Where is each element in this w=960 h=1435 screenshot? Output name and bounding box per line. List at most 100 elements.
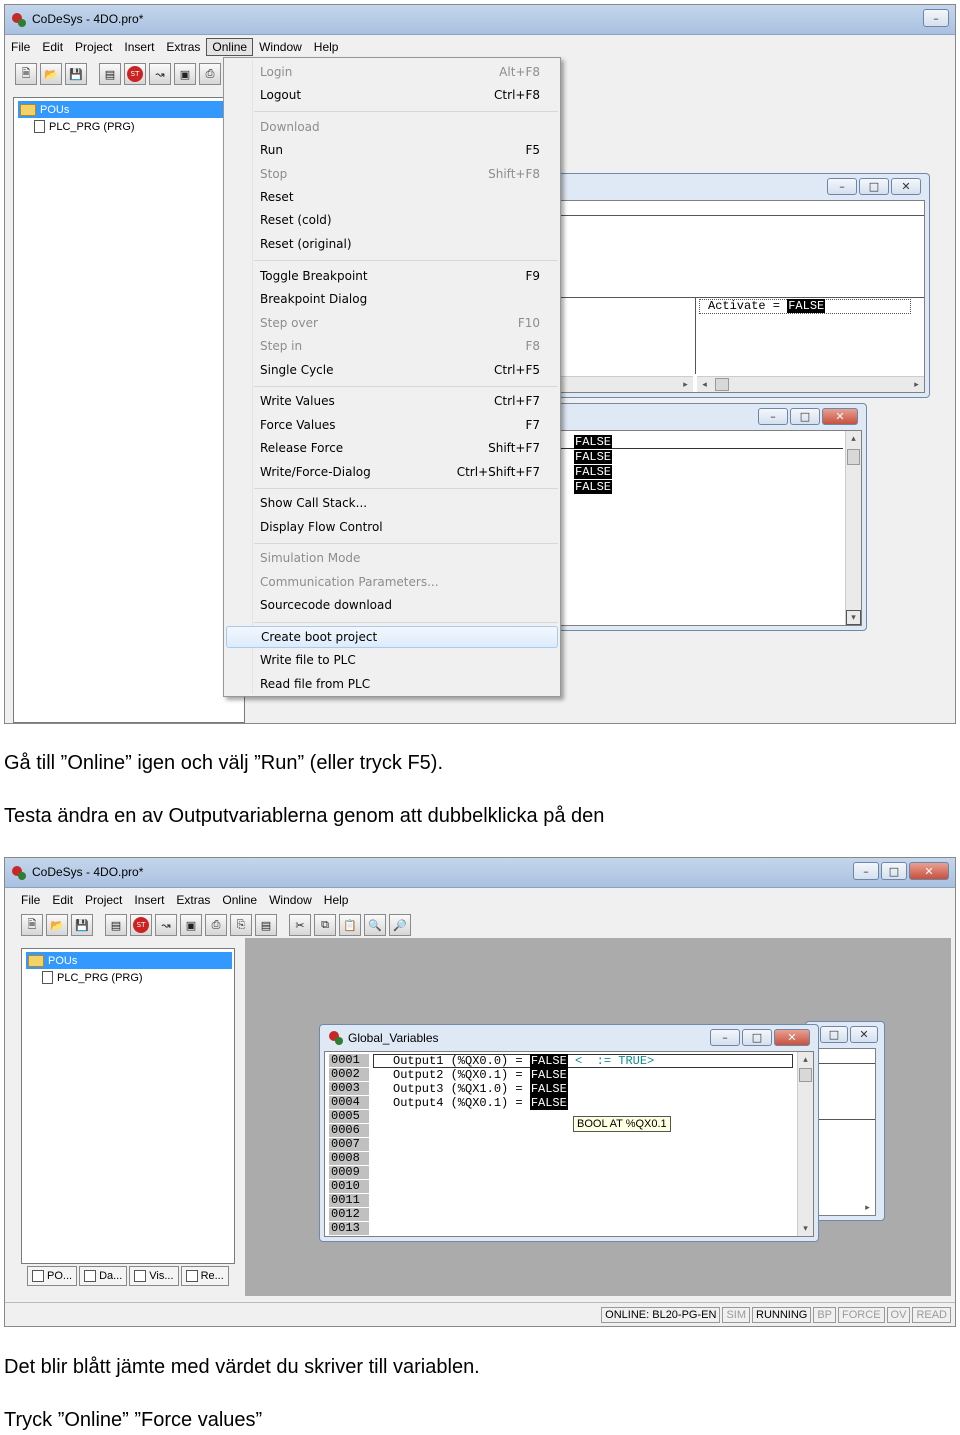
variable-row-output4[interactable]: Output4 (%QX0.1) = FALSE [393,1096,568,1110]
vertical-scrollbar[interactable]: ▴ ▾ [845,431,861,625]
find-icon[interactable]: 🔍 [364,914,386,936]
menu-item-display-flow-control[interactable]: Display Flow Control [226,516,558,538]
menu-item-reset-cold[interactable]: Reset (cold) [226,209,558,231]
menu-window[interactable]: Window [263,891,318,909]
open-folder-icon[interactable]: 📂 [46,914,68,936]
value-output3[interactable]: FALSE [574,465,613,479]
vertical-scrollbar[interactable]: ▴ ▾ [797,1052,813,1236]
variable-value[interactable]: FALSE [529,1054,568,1068]
new-file-icon[interactable]: 🗎 [15,63,37,85]
login-icon[interactable]: ▤ [105,914,127,936]
menu-file[interactable]: File [5,38,36,56]
variable-row-output1[interactable]: Output1 (%QX0.0) = FALSE < := TRUE> [393,1054,654,1068]
step-icon[interactable]: ↝ [149,63,171,85]
scroll-up-icon[interactable]: ▴ [798,1052,813,1067]
menu-help[interactable]: Help [318,891,355,909]
menu-online[interactable]: Online [216,891,263,909]
tree-item-plc-prg[interactable]: PLC_PRG (PRG) [42,971,143,984]
single-cycle-icon[interactable]: ▣ [180,914,202,936]
variable-value[interactable]: FALSE [529,1082,568,1096]
value-output1[interactable]: FALSE [574,435,613,449]
menu-item-run[interactable]: Run F5 [226,139,558,161]
menu-item-reset[interactable]: Reset [226,186,558,208]
scroll-right-icon[interactable]: ▸ [860,1200,875,1215]
mdi-minimize-button[interactable]: – [827,178,857,195]
menu-insert[interactable]: Insert [128,891,170,909]
scroll-right-icon[interactable]: ▸ [678,377,693,392]
variable-value[interactable]: FALSE [529,1068,568,1082]
paste-icon[interactable]: 📋 [339,914,361,936]
menu-item-download[interactable]: Download [226,116,558,138]
menu-window[interactable]: Window [253,38,308,56]
menu-extras[interactable]: Extras [170,891,216,909]
menu-item-step-over[interactable]: Step over F10 [226,312,558,334]
mdi-maximize-button[interactable]: □ [859,178,889,195]
menu-online[interactable]: Online [206,38,254,56]
menu-project[interactable]: Project [69,38,118,56]
horizontal-scrollbar-right[interactable]: ◂ ▸ [697,376,924,392]
stop-icon[interactable]: ST [130,914,152,936]
single-cycle-icon[interactable]: ▣ [174,63,196,85]
print-preview-icon[interactable]: ⎘ [230,914,252,936]
menu-extras[interactable]: Extras [160,38,206,56]
menu-insert[interactable]: Insert [118,38,160,56]
mdi-maximize-button[interactable]: □ [742,1029,772,1046]
menu-item-logout[interactable]: Logout Ctrl+F8 [226,84,558,106]
scroll-thumb[interactable] [847,449,860,465]
menu-item-sourcecode-download[interactable]: Sourcecode download [226,594,558,616]
variable-row-output3[interactable]: Output3 (%QX1.0) = FALSE [393,1082,568,1096]
menu-item-write-file-to-plc[interactable]: Write file to PLC [226,649,558,671]
scroll-left-icon[interactable]: ◂ [697,377,712,392]
value-output4[interactable]: FALSE [574,480,613,494]
monitor-icon[interactable]: ▤ [255,914,277,936]
tab-pous[interactable]: PO... [27,1266,78,1286]
menu-file[interactable]: File [15,891,46,909]
menu-item-write-values[interactable]: Write Values Ctrl+F7 [226,390,558,412]
minimize-button[interactable]: – [923,9,949,27]
tab-data-types[interactable]: Da... [79,1266,128,1286]
menu-item-show-call-stack[interactable]: Show Call Stack... [226,492,558,514]
scroll-down-icon[interactable]: ▾ [846,610,861,625]
tab-resources[interactable]: Re... [180,1266,229,1286]
menu-help[interactable]: Help [308,38,345,56]
print-icon[interactable]: ⎙ [199,63,221,85]
menu-edit[interactable]: Edit [36,38,69,56]
mdi-close-button[interactable]: ✕ [891,178,921,195]
save-icon[interactable]: 💾 [71,914,93,936]
value-output2[interactable]: FALSE [574,450,613,464]
cut-icon[interactable]: ✂ [289,914,311,936]
scroll-up-icon[interactable]: ▴ [846,431,861,446]
mdi-maximize-button[interactable]: □ [820,1026,848,1043]
menu-item-force-values[interactable]: Force Values F7 [226,414,558,436]
scroll-right-icon-2[interactable]: ▸ [909,377,924,392]
horizontal-scrollbar-left[interactable]: ▸ [551,376,693,392]
scroll-down-icon[interactable]: ▾ [798,1221,813,1236]
copy-icon[interactable]: ⧉ [314,914,336,936]
menu-item-write-force-dialog[interactable]: Write/Force-Dialog Ctrl+Shift+F7 [226,461,558,483]
menu-item-release-force[interactable]: Release Force Shift+F7 [226,437,558,459]
menu-item-step-in[interactable]: Step in F8 [226,335,558,357]
minimize-button[interactable]: – [853,862,879,880]
scroll-thumb[interactable] [715,378,729,391]
mdi-maximize-button[interactable]: □ [790,408,820,425]
menu-item-single-cycle[interactable]: Single Cycle Ctrl+F5 [226,359,558,381]
menu-item-reset-original[interactable]: Reset (original) [226,233,558,255]
variable-value[interactable]: FALSE [529,1096,568,1110]
find-next-icon[interactable]: 🔎 [389,914,411,936]
tab-visualizations[interactable]: Vis... [129,1266,179,1286]
mdi-minimize-button[interactable]: – [758,408,788,425]
menu-item-login[interactable]: Login Alt+F8 [226,61,558,83]
menu-item-breakpoint-dialog[interactable]: Breakpoint Dialog [226,288,558,310]
menu-item-toggle-breakpoint[interactable]: Toggle Breakpoint F9 [226,265,558,287]
mdi-minimize-button[interactable]: – [710,1029,740,1046]
maximize-button[interactable]: □ [881,862,907,880]
scroll-thumb[interactable] [799,1068,812,1082]
close-button[interactable]: ✕ [909,862,949,880]
variable-row-output2[interactable]: Output2 (%QX0.1) = FALSE [393,1068,568,1082]
menu-edit[interactable]: Edit [46,891,79,909]
print-icon[interactable]: ⎙ [205,914,227,936]
menu-item-stop[interactable]: Stop Shift+F8 [226,163,558,185]
tree-item-pous[interactable]: POUs [18,101,228,118]
menu-item-simulation-mode[interactable]: Simulation Mode [226,547,558,569]
step-icon[interactable]: ↝ [155,914,177,936]
